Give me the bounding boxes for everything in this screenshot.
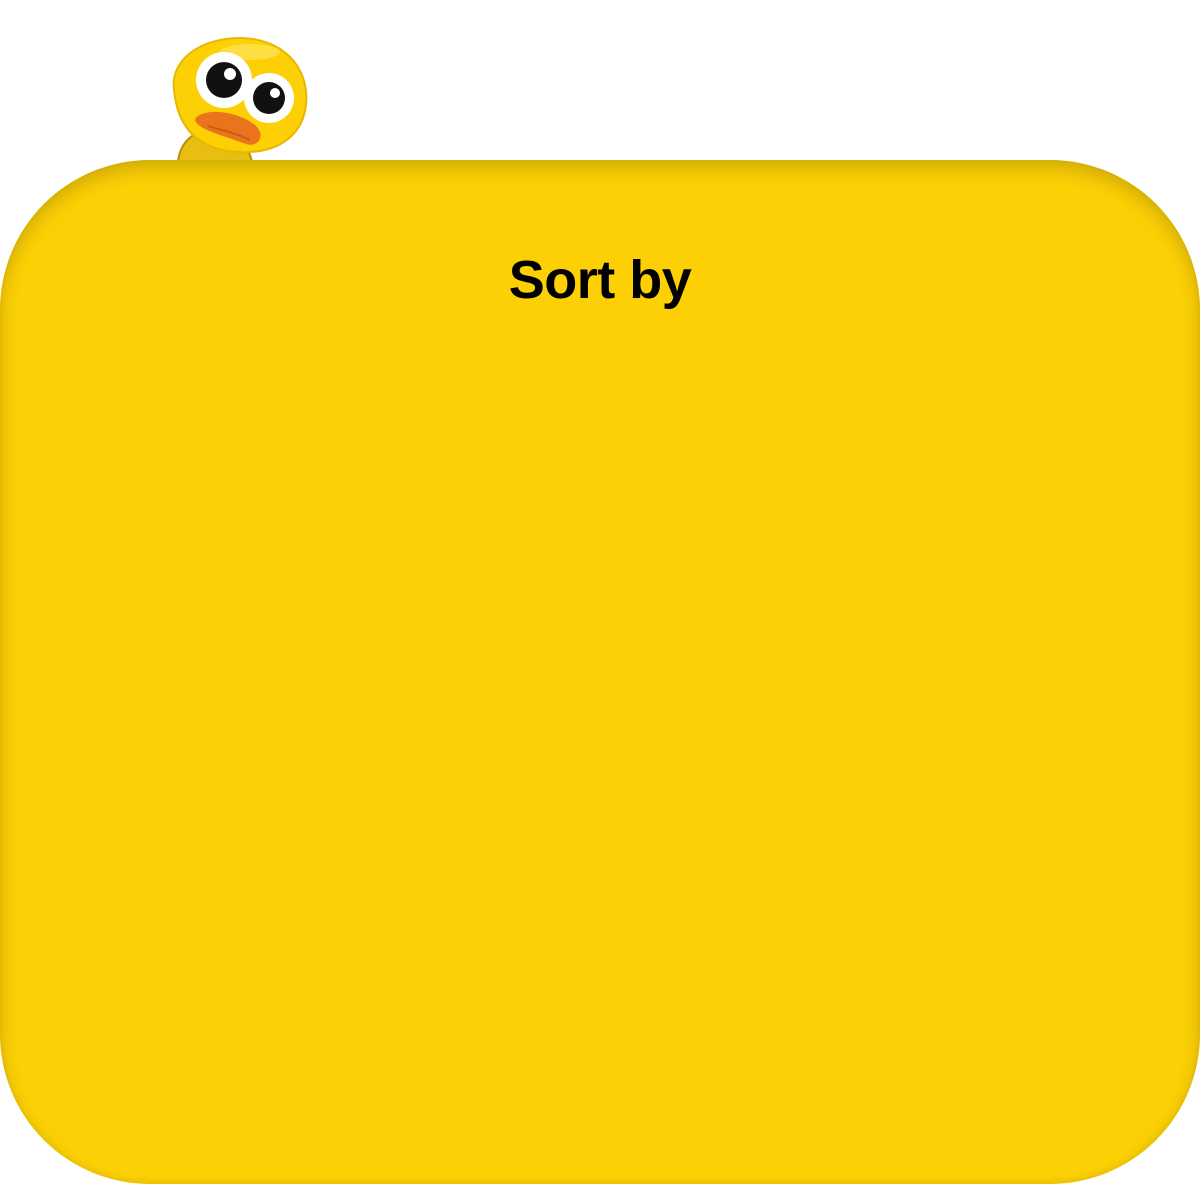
sort-screen: Sort by	[0, 0, 1200, 1184]
duck-mascot-icon	[172, 36, 308, 163]
sort-options-sheet: Sort by	[0, 160, 1200, 1184]
sheet-title: Sort by	[508, 250, 692, 310]
